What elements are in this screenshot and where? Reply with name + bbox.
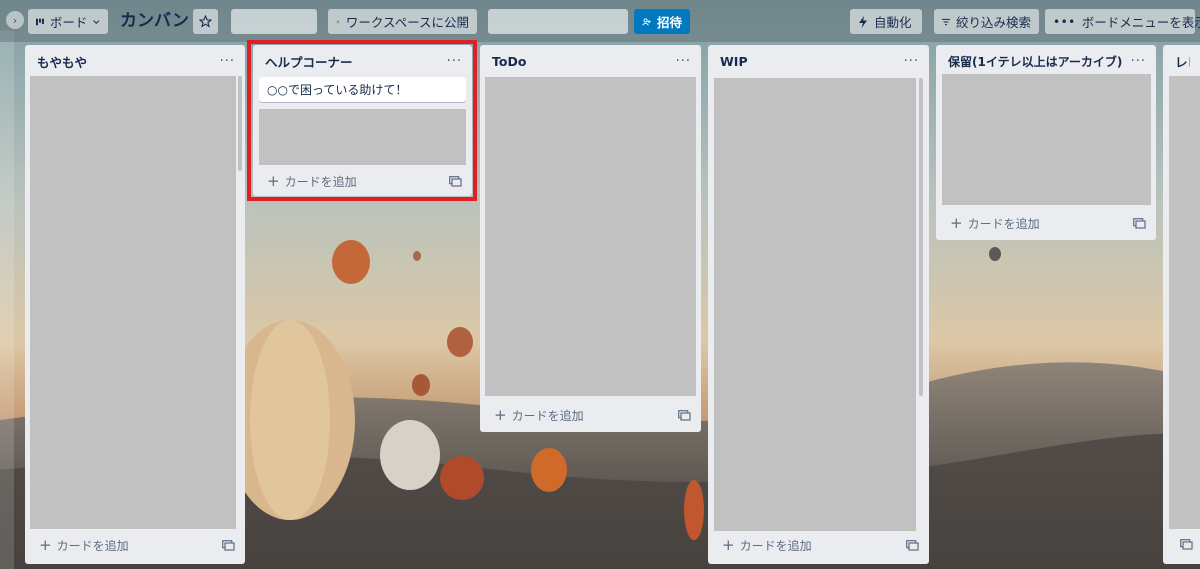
more-icon[interactable]: ··· (1131, 54, 1146, 69)
plus-icon: + (950, 214, 963, 232)
chevron-down-icon (93, 19, 100, 24)
plus-icon: + (494, 406, 507, 424)
card-template-icon[interactable] (678, 409, 691, 421)
list-title[interactable]: ToDo (492, 54, 526, 69)
visibility-button[interactable]: ワークスペースに公開 (328, 9, 477, 34)
add-card-button[interactable]: + カードを追加 (494, 406, 584, 424)
list-wip: WIP ··· + カードを追加 (708, 45, 929, 564)
more-icon: ••• (1053, 14, 1076, 29)
list-header[interactable]: 保留(1イテレ以上はアーカイブ) ··· (936, 45, 1156, 77)
card-placeholder (259, 109, 466, 165)
filter-label: 絞り込み検索 (955, 15, 1031, 30)
list-scrollbar[interactable] (238, 76, 242, 171)
add-card-label: カードを追加 (284, 174, 357, 189)
card-title: ○○で困っている助けて！ (267, 83, 408, 97)
list-header[interactable]: もやもや ··· (25, 45, 245, 77)
list-help-corner: ヘルプコーナー ··· ○○で困っている助けて！ + カードを追加 (253, 45, 472, 196)
add-card-label: カードを追加 (739, 538, 812, 553)
add-person-icon (642, 17, 651, 25)
list-footer: + カードを追加 (936, 209, 1156, 237)
card-template-icon[interactable] (222, 539, 235, 551)
star-button[interactable] (193, 9, 218, 34)
card[interactable]: ○○で困っている助けて！ (259, 77, 466, 102)
sidebar-expand-icon[interactable]: › (6, 11, 24, 29)
filter-button[interactable]: 絞り込み検索 (934, 9, 1039, 34)
list-todo: ToDo ··· + カードを追加 (480, 45, 701, 432)
star-icon (199, 15, 212, 28)
invite-label: 招待 (656, 15, 682, 30)
board-view-icon (36, 18, 44, 25)
list-title[interactable]: レビ (1175, 52, 1190, 71)
list-scrollbar[interactable] (919, 78, 923, 396)
add-card-button[interactable]: + カードを追加 (39, 536, 129, 554)
list-title[interactable]: WIP (720, 54, 748, 69)
list-footer: + カードを追加 (253, 167, 472, 195)
card-placeholder (1169, 76, 1200, 529)
card-template-icon[interactable] (449, 175, 462, 187)
list-review: レビ (1163, 45, 1200, 564)
list-header[interactable]: ヘルプコーナー ··· (253, 45, 472, 77)
filter-icon (942, 18, 950, 25)
list-title[interactable]: ヘルプコーナー (265, 52, 353, 71)
add-card-button[interactable]: + カードを追加 (950, 214, 1040, 232)
add-card-label: カードを追加 (56, 538, 129, 553)
list-title[interactable]: もやもや (37, 52, 87, 71)
card-placeholder (30, 76, 236, 529)
list-on-hold: 保留(1イテレ以上はアーカイブ) ··· + カードを追加 (936, 45, 1156, 240)
card-template-icon[interactable] (1133, 217, 1146, 229)
workspace-button[interactable] (231, 9, 317, 34)
more-icon[interactable]: ··· (447, 54, 462, 69)
board-title[interactable]: カンバン (120, 9, 189, 34)
add-card-button[interactable]: + カードを追加 (722, 536, 812, 554)
board-view-switcher[interactable]: ボード (28, 9, 108, 34)
list-footer: + カードを追加 (708, 531, 929, 559)
more-icon[interactable]: ··· (904, 54, 919, 69)
card-placeholder (714, 78, 916, 531)
people-icon (336, 19, 340, 23)
card-template-icon[interactable] (906, 539, 919, 551)
add-card-button[interactable]: + カードを追加 (267, 172, 357, 190)
automation-label: 自動化 (874, 15, 912, 30)
members-area[interactable] (488, 9, 628, 34)
card-placeholder (485, 77, 696, 396)
list-moyamoya: もやもや ··· + カードを追加 (25, 45, 245, 564)
sidebar-collapsed-strip (0, 31, 14, 569)
plus-icon: + (722, 536, 735, 554)
add-card-label: カードを追加 (967, 216, 1040, 231)
board-menu-button[interactable]: ••• ボードメニューを表示 (1045, 9, 1200, 34)
invite-button[interactable]: 招待 (634, 9, 690, 34)
more-icon[interactable]: ··· (220, 54, 235, 69)
card-placeholder (942, 74, 1151, 205)
board-view-label: ボード (49, 15, 88, 30)
add-card-label: カードを追加 (511, 408, 584, 423)
card-template-icon[interactable] (1180, 539, 1193, 550)
plus-icon: + (39, 536, 52, 554)
list-footer: + カードを追加 (480, 401, 701, 429)
more-icon[interactable]: ··· (676, 54, 691, 69)
list-header[interactable]: WIP ··· (708, 45, 929, 77)
list-title[interactable]: 保留(1イテレ以上はアーカイブ) (948, 53, 1122, 70)
bolt-icon (859, 15, 867, 28)
board-menu-label: ボードメニューを表示 (1081, 15, 1200, 30)
visibility-label: ワークスペースに公開 (345, 15, 469, 30)
automation-button[interactable]: 自動化 (850, 9, 922, 34)
list-header[interactable]: ToDo ··· (480, 45, 701, 77)
plus-icon: + (267, 172, 280, 190)
list-footer: + カードを追加 (25, 531, 245, 559)
board-header: › ボード カンバン ワークスペースに公開 招待 自動化 絞り込み検索 ••• … (0, 0, 1200, 42)
list-header[interactable]: レビ (1163, 45, 1200, 77)
